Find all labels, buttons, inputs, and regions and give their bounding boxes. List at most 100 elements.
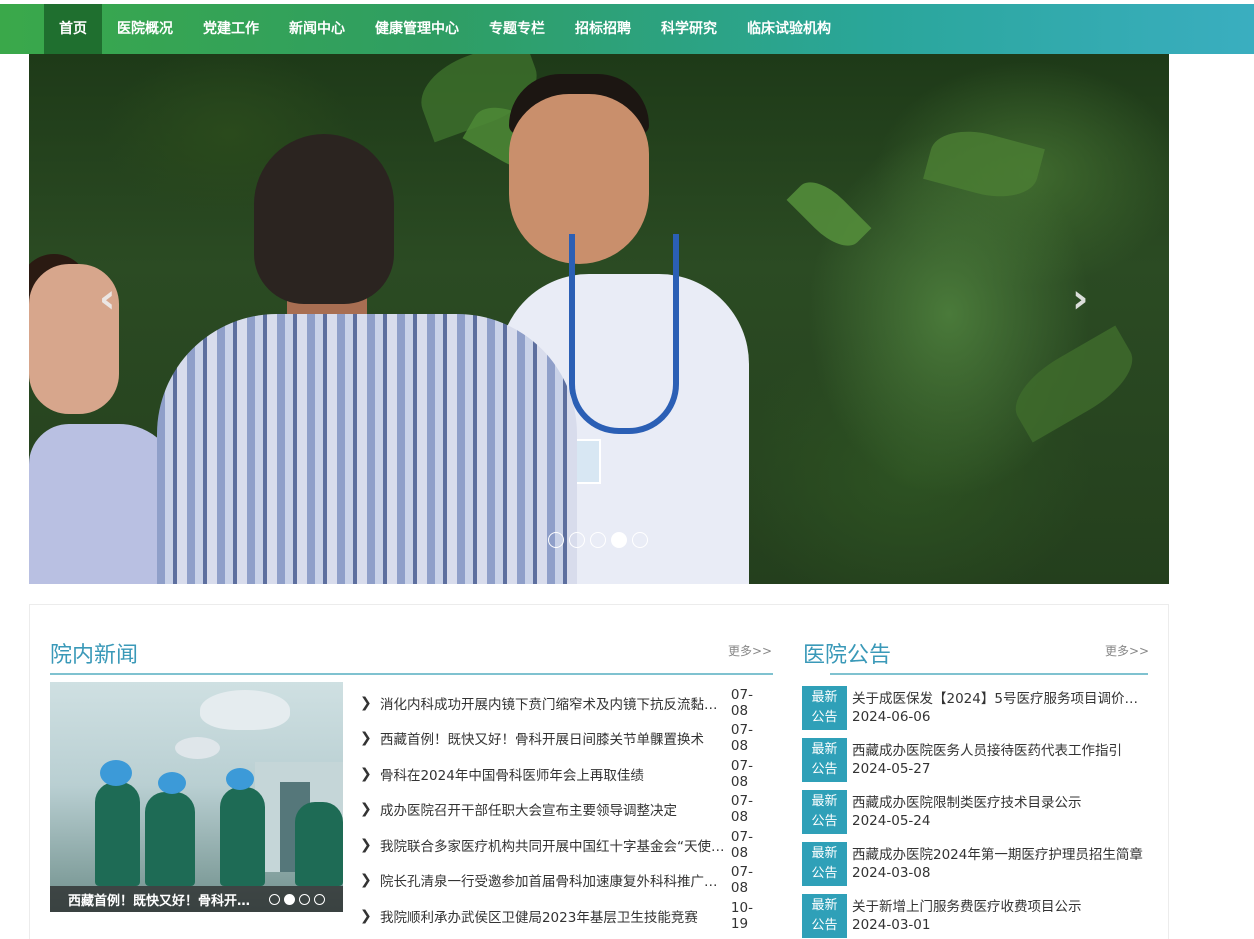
badge-line: 最新 [811, 742, 838, 757]
notice-item[interactable]: 最新 公告 关于新增上门服务费医疗收费项目公示 2024-03-01 [802, 894, 1147, 939]
news-carousel-dot[interactable] [284, 894, 295, 905]
nav-item-8[interactable]: 临床试验机构 [732, 4, 846, 54]
new-notice-badge: 最新 公告 [802, 894, 847, 938]
notice-item-title[interactable]: 西藏成办医院医务人员接待医药代表工作指引 [852, 739, 1147, 759]
nav-item-1[interactable]: 医院概况 [102, 4, 188, 54]
surgeon-figure [226, 768, 254, 790]
surgeon-figure [95, 782, 140, 886]
notice-item-date: 2024-05-27 [852, 761, 931, 777]
news-item-title[interactable]: 院长孔清泉一行受邀参加首届骨科加速康复外科科推广会议 [380, 870, 727, 890]
notice-item-date: 2024-06-06 [852, 709, 931, 725]
news-more-link[interactable]: 更多>> [728, 642, 772, 659]
notice-item-date: 2024-03-01 [852, 917, 931, 933]
notice-item-title[interactable]: 关于成医保发【2024】5号医疗服务项目调价公示 [852, 687, 1147, 707]
news-item-title[interactable]: 我院联合多家医疗机构共同开展中国红十字基金会“天使之旅”活动 [380, 835, 727, 855]
hero-carousel[interactable]: ‹ › [29, 54, 1169, 584]
news-item-title[interactable]: 西藏首例！既快又好！骨科开展日间膝关节单髁置换术 [380, 728, 727, 748]
chevron-right-icon: ❯ [360, 765, 372, 782]
carousel-dot[interactable] [548, 532, 564, 548]
news-item-title[interactable]: 消化内科成功开展内镜下贲门缩窄术及内镜下抗反流黏膜切除术 [380, 693, 727, 713]
chevron-right-icon: ❯ [360, 836, 372, 853]
nav-item-0[interactable]: 首页 [44, 4, 102, 54]
news-item-date: 10-19 [730, 899, 753, 932]
news-carousel-dot[interactable] [299, 894, 310, 905]
news-item[interactable]: ❯ 院长孔清泉一行受邀参加首届骨科加速康复外科科推广会议 07-08 [360, 863, 770, 899]
news-item-date: 07-08 [730, 864, 753, 897]
new-notice-badge: 最新 公告 [802, 842, 847, 886]
surgeon-figure [295, 802, 343, 886]
notice-list: 最新 公告 关于成医保发【2024】5号医疗服务项目调价公示 2024-06-06 最新… [802, 686, 1147, 939]
news-carousel-dot[interactable] [314, 894, 325, 905]
news-carousel-dot[interactable] [269, 894, 280, 905]
badge-line: 最新 [811, 690, 838, 705]
badge-line: 公告 [811, 814, 838, 829]
badge-line: 公告 [811, 918, 838, 933]
notice-item-title[interactable]: 关于新增上门服务费医疗收费项目公示 [852, 895, 1147, 915]
news-item-title[interactable]: 成办医院召开干部任职大会宣布主要领导调整决定 [380, 799, 727, 819]
surgeon-figure [220, 787, 265, 886]
chevron-right-icon: ❯ [360, 907, 372, 924]
carousel-dot[interactable] [590, 532, 606, 548]
notice-item[interactable]: 最新 公告 西藏成办医院医务人员接待医药代表工作指引 2024-05-27 [802, 738, 1147, 790]
surgical-lamp-image [200, 690, 290, 730]
news-item[interactable]: ❯ 成办医院召开干部任职大会宣布主要领导调整决定 07-08 [360, 792, 770, 828]
notice-item-date: 2024-03-08 [852, 865, 931, 881]
carousel-dot[interactable] [632, 532, 648, 548]
news-item[interactable]: ❯ 西藏首例！既快又好！骨科开展日间膝关节单髁置换术 07-08 [360, 721, 770, 757]
nav-menu: 首页 医院概况 党建工作 新闻中心 健康管理中心 专题专栏 招标招聘 科学研究 临床试验机构 [44, 4, 846, 54]
surgical-lamp-image [175, 737, 220, 759]
carousel-dot[interactable] [611, 532, 627, 548]
news-divider [50, 673, 773, 675]
surgeon-figure [158, 772, 186, 794]
chevron-right-icon: ❯ [360, 872, 372, 889]
nav-item-2[interactable]: 党建工作 [188, 4, 274, 54]
surgeon-figure [145, 792, 195, 886]
news-carousel-indicators [269, 894, 325, 905]
notice-item[interactable]: 最新公告 西藏成办医院2024年第一期医疗护理员招生简章 2024-03-08 [802, 842, 1147, 894]
nav-item-7[interactable]: 科学研究 [646, 4, 732, 54]
notice-item-title[interactable]: 西藏成办医院限制类医疗技术目录公示 [852, 791, 1147, 811]
new-notice-badge: 最新 公告 [802, 790, 847, 834]
badge-line: 公告 [811, 710, 838, 725]
notice-more-link[interactable]: 更多>> [1105, 642, 1149, 659]
news-image-caption[interactable]: 西藏首例！既快又好！骨科开展日间膝关节单髁置换术 [68, 890, 253, 909]
news-item-date: 07-08 [730, 793, 753, 826]
news-item[interactable]: ❯ 我院顺利承办武侯区卫健局2023年基层卫生技能竞赛 10-19 [360, 898, 770, 934]
notice-item[interactable]: 最新公告 关于成医保发【2024】5号医疗服务项目调价公示 2024-06-06 [802, 686, 1147, 738]
notice-divider [830, 673, 1148, 675]
surgeon-figure [100, 760, 132, 786]
patient-figure [157, 314, 577, 584]
badge-line: 最新 [811, 846, 838, 861]
notice-item[interactable]: 最新 公告 西藏成办医院限制类医疗技术目录公示 2024-05-24 [802, 790, 1147, 842]
chevron-right-icon[interactable]: › [1072, 276, 1088, 322]
new-notice-badge: 最新 公告 [802, 738, 847, 782]
nav-item-5[interactable]: 专题专栏 [474, 4, 560, 54]
chevron-left-icon[interactable]: ‹ [99, 276, 115, 322]
news-item[interactable]: ❯ 骨科在2024年中国骨科医师年会上再取佳绩 07-08 [360, 756, 770, 792]
news-item-title[interactable]: 我院顺利承办武侯区卫健局2023年基层卫生技能竞赛 [380, 906, 727, 926]
news-section-title: 院内新闻 [50, 643, 139, 668]
patient-figure [254, 134, 394, 304]
nav-item-3[interactable]: 新闻中心 [274, 4, 360, 54]
notice-section-title: 医院公告 [803, 643, 892, 668]
news-list: ❯ 消化内科成功开展内镜下贲门缩窄术及内镜下抗反流黏膜切除术 07-08 ❯ 西藏首例！… [360, 685, 770, 934]
notice-item-title[interactable]: 西藏成办医院2024年第一期医疗护理员招生简章 [852, 843, 1147, 863]
badge-line: 公告 [811, 866, 838, 881]
news-image-carousel[interactable]: 西藏首例！既快又好！骨科开展日间膝关节单髁置换术 [50, 682, 343, 912]
news-item-date: 07-08 [730, 722, 753, 755]
stethoscope-figure [569, 234, 679, 434]
chevron-right-icon: ❯ [360, 801, 372, 818]
news-item-date: 07-08 [730, 828, 753, 861]
news-item[interactable]: ❯ 我院联合多家医疗机构共同开展中国红十字基金会“天使之旅”活动07-08 [360, 827, 770, 863]
new-notice-badge: 最新 公告 [802, 686, 847, 730]
news-item[interactable]: ❯ 消化内科成功开展内镜下贲门缩窄术及内镜下抗反流黏膜切除术 07-08 [360, 685, 770, 721]
news-item-date: 07-08 [730, 686, 753, 719]
badge-line: 最新 [811, 794, 838, 809]
content-panel: 院内新闻 更多>> 西藏首例！既快又好！骨科开展日间膝关节单髁置换术 ❯ 消化内科… [29, 604, 1169, 939]
carousel-dot[interactable] [569, 532, 585, 548]
carousel-indicators [548, 532, 648, 548]
nav-item-6[interactable]: 招标招聘 [560, 4, 646, 54]
news-item-date: 07-08 [730, 757, 753, 790]
news-item-title[interactable]: 骨科在2024年中国骨科医师年会上再取佳绩 [380, 764, 727, 784]
nav-item-4[interactable]: 健康管理中心 [360, 4, 474, 54]
